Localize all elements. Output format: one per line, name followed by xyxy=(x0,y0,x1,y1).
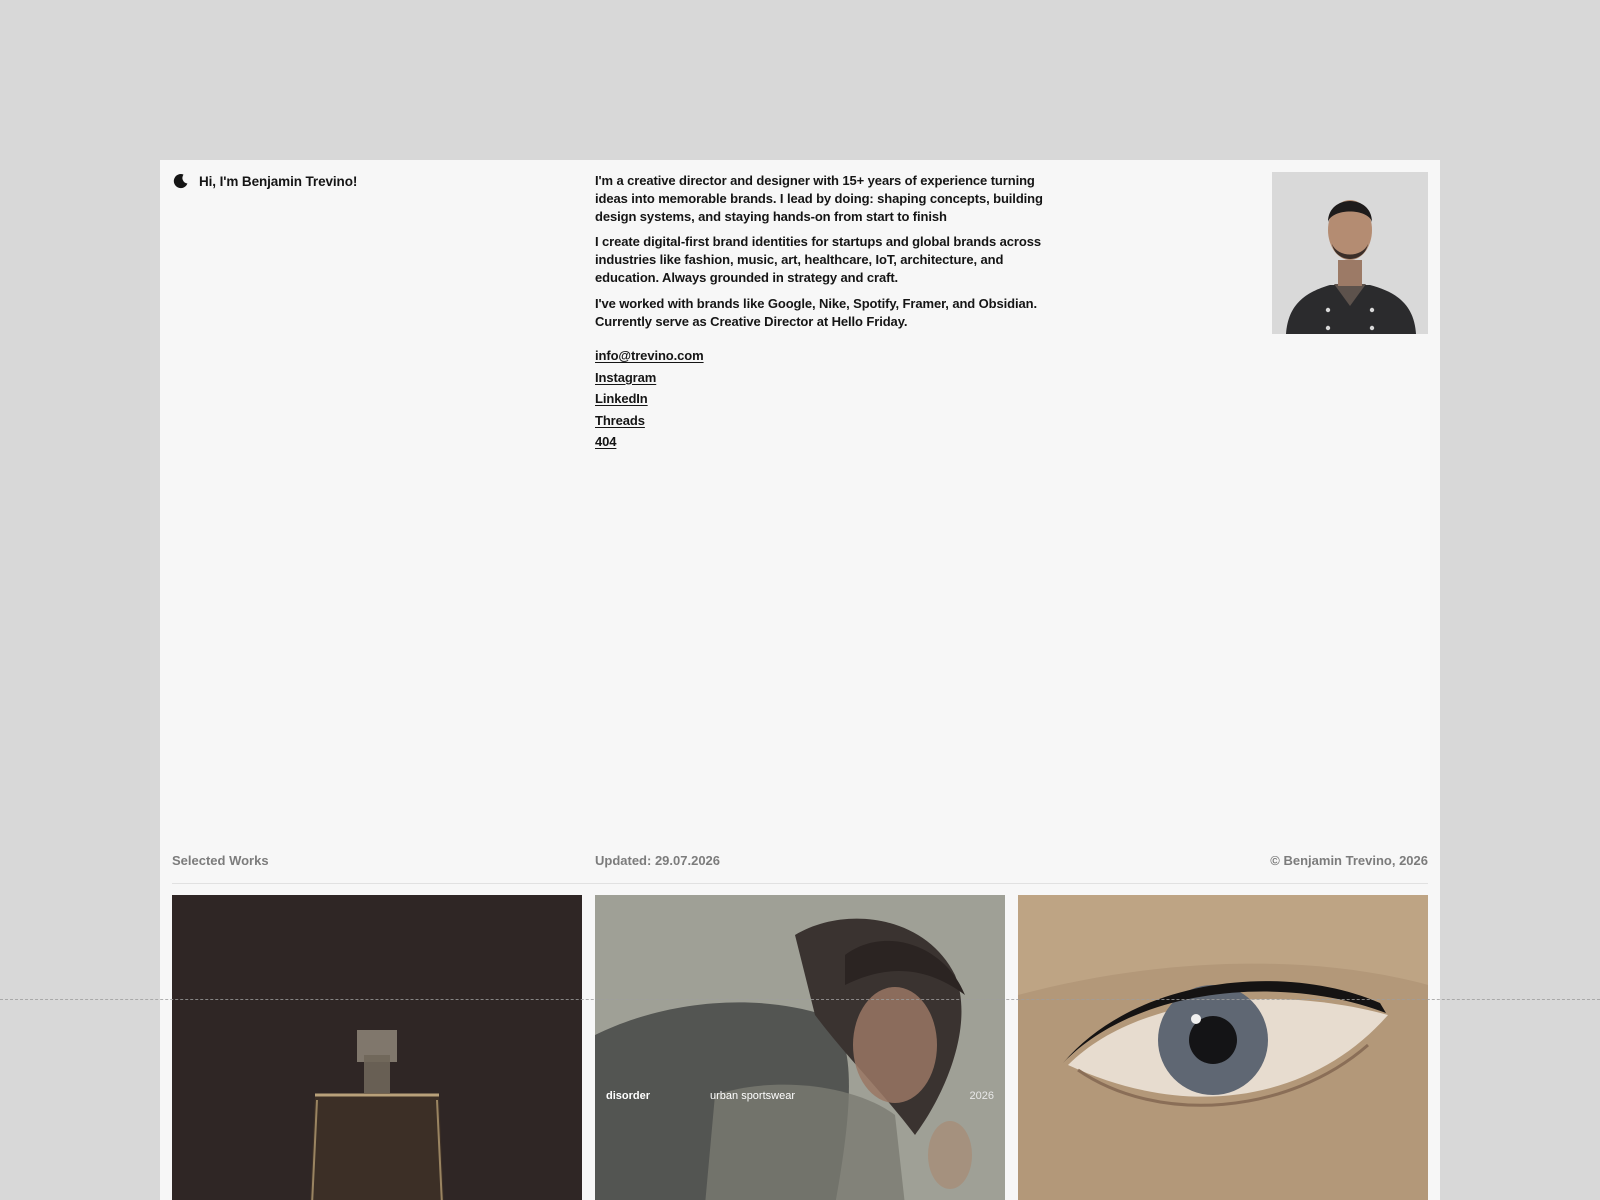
bio: I'm a creative director and designer wit… xyxy=(595,172,1055,452)
instagram-link[interactable]: Instagram xyxy=(595,367,1055,388)
threads-link[interactable]: Threads xyxy=(595,410,1055,431)
work-card-eye[interactable] xyxy=(1018,895,1428,1200)
bio-paragraph: I've worked with brands like Google, Nik… xyxy=(595,295,1037,329)
moon-icon[interactable] xyxy=(172,173,189,190)
perfume-bottle-image xyxy=(172,895,582,1200)
portfolio-page: Hi, I'm Benjamin Trevino! I'm a creative… xyxy=(160,160,1440,1200)
work-card-perfume[interactable] xyxy=(172,895,582,1200)
404-link[interactable]: 404 xyxy=(595,431,1055,452)
section-label: Selected Works xyxy=(172,853,269,868)
work-card-disorder[interactable]: disorder urban sportswear 2026 xyxy=(595,895,1005,1200)
work-title: disorder xyxy=(606,1090,651,1102)
linkedin-link[interactable]: LinkedIn xyxy=(595,388,1055,409)
disorder-image xyxy=(595,895,1005,1200)
eye-closeup-image xyxy=(1018,895,1428,1200)
bio-paragraph: I create digital-first brand identities … xyxy=(595,234,1041,285)
fold-guide-line xyxy=(0,999,1600,1000)
email-link[interactable]: info@trevino.com xyxy=(595,345,1055,366)
works-grid: disorder urban sportswear 2026 xyxy=(172,895,1428,1200)
contact-links: info@trevino.com Instagram LinkedIn Thre… xyxy=(595,345,1055,452)
updated-date: Updated: 29.07.2026 xyxy=(595,853,721,868)
bio-paragraph: I'm a creative director and designer wit… xyxy=(595,173,1043,224)
works-header: Selected Works Updated: 29.07.2026 © Ben… xyxy=(172,853,1428,884)
work-category: urban sportswear xyxy=(710,1090,795,1102)
work-year: 2026 xyxy=(969,1090,994,1102)
portrait-photo xyxy=(1272,172,1428,334)
greeting-text: Hi, I'm Benjamin Trevino! xyxy=(199,174,358,189)
copyright: © Benjamin Trevino, 2026 xyxy=(1270,853,1428,868)
header: Hi, I'm Benjamin Trevino! xyxy=(172,173,357,190)
